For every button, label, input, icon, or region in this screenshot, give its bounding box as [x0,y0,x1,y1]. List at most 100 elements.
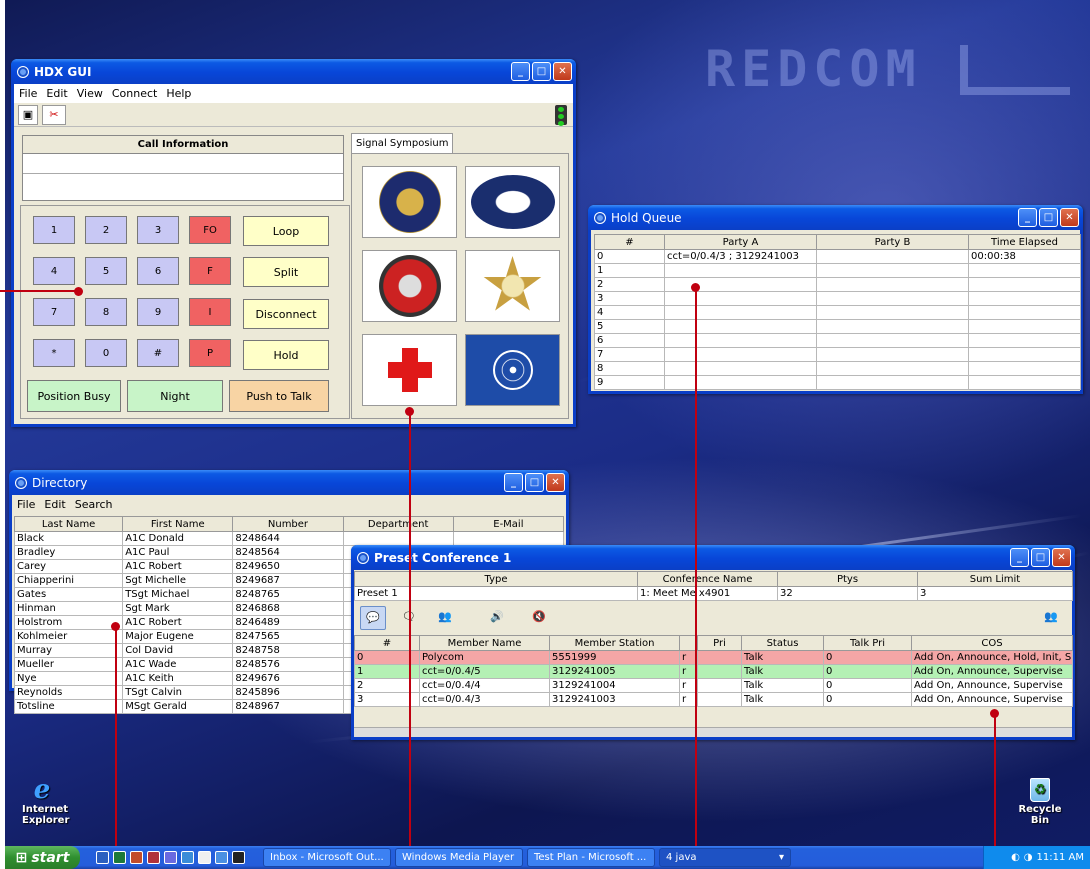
maximize-button[interactable]: □ [525,473,544,492]
position-busy-button[interactable]: Position Busy [27,380,121,412]
save-icon[interactable]: ▣ [18,105,38,125]
acrobat-icon[interactable] [147,851,160,864]
keypad-key[interactable]: 0 [85,339,127,367]
notepad-icon[interactable] [198,851,211,864]
keypad-key[interactable]: * [33,339,75,367]
table-row[interactable]: 0 cct=0/0.4/3 ; 3129241003 00:00:38 [594,249,1081,264]
powerpoint-icon[interactable] [130,851,143,864]
police-badge-icon[interactable] [465,250,560,322]
column-header[interactable]: # [594,234,665,250]
member-row[interactable]: 2 cct=0/0.4/4 3129241004 r Talk 0 Add On, Anno… [354,678,1073,693]
speaker-on-icon[interactable]: 🔊 [484,606,510,630]
close-button[interactable]: ✕ [1052,548,1071,567]
maximize-button[interactable]: □ [1039,208,1058,227]
keypad-key[interactable]: 2 [85,216,127,244]
hdx-launch-icon[interactable] [181,851,194,864]
table-row[interactable]: 6 [594,333,1081,348]
minimize-button[interactable]: _ [1010,548,1029,567]
white-house-icon[interactable] [465,166,560,238]
column-header[interactable]: Last Name [13,516,124,532]
disconnect-button[interactable]: Disconnect [243,299,329,329]
push-to-talk-button[interactable]: Push to Talk [229,380,329,412]
task-media-player[interactable]: Windows Media Player [395,848,523,867]
menu-search[interactable]: Search [75,498,113,511]
split-button[interactable]: Split [243,257,329,287]
start-button[interactable]: ⊞ start [5,846,80,869]
chat-icon[interactable]: 💬 [360,606,386,630]
menu-file[interactable]: File [19,87,37,100]
maximize-button[interactable]: □ [532,62,551,81]
table-row[interactable]: 3 [594,291,1081,306]
task-inbox[interactable]: Inbox - Microsoft Out... [263,848,391,867]
close-button[interactable]: ✕ [546,473,565,492]
keypad-key[interactable]: I [189,298,231,326]
hdx-titlebar[interactable]: HDX GUI _ □ ✕ [11,59,576,84]
conference-titlebar[interactable]: Preset Conference 1 _ □ ✕ [351,545,1075,570]
column-header[interactable]: E-Mail [452,516,565,532]
keypad-key[interactable]: 3 [137,216,179,244]
add-members-icon[interactable]: 👥 [432,606,458,630]
keypad-key[interactable]: 9 [137,298,179,326]
table-row[interactable]: 5 [594,319,1081,334]
app-icon[interactable] [164,851,177,864]
united-nations-icon[interactable] [465,334,560,406]
table-row[interactable]: 4 [594,305,1081,320]
column-header[interactable]: Department [342,516,454,532]
tray-volume-icon[interactable]: ◑ [1024,852,1033,863]
media-icon[interactable] [215,851,228,864]
task-test-plan[interactable]: Test Plan - Microsoft ... [527,848,655,867]
keypad-key[interactable]: 1 [33,216,75,244]
menu-edit[interactable]: Edit [44,498,65,511]
recycle-bin-shortcut[interactable]: ♻ Recycle Bin [1010,778,1070,826]
word-icon[interactable] [96,851,109,864]
column-header[interactable]: Party A [664,234,817,250]
close-button[interactable]: ✕ [1060,208,1079,227]
table-row[interactable]: 1 [594,263,1081,278]
table-row[interactable]: 9 [594,375,1081,390]
table-row[interactable]: 2 [594,277,1081,292]
column-header[interactable]: Time Elapsed [968,234,1081,250]
keypad-key[interactable]: P [189,339,231,367]
tab-signal-symposium[interactable]: Signal Symposium [351,133,453,153]
minimize-button[interactable]: _ [1018,208,1037,227]
red-cross-icon[interactable] [362,334,457,406]
loop-button[interactable]: Loop [243,216,329,246]
keypad-key[interactable]: 8 [85,298,127,326]
minimize-button[interactable]: _ [504,473,523,492]
menu-connect[interactable]: Connect [112,87,157,100]
column-header[interactable]: COS [911,635,1073,651]
keypad-key[interactable]: 6 [137,257,179,285]
keypad-key[interactable]: # [137,339,179,367]
keypad-key[interactable]: F [189,257,231,285]
column-header[interactable]: First Name [122,516,234,532]
menu-file[interactable]: File [17,498,35,511]
member-row[interactable]: 3 cct=0/0.4/3 3129241003 r Talk 0 Add On, Anno… [354,692,1073,707]
army-national-guard-icon[interactable] [362,166,457,238]
menu-edit[interactable]: Edit [46,87,67,100]
keypad-key[interactable]: 7 [33,298,75,326]
disconnect-tool-icon[interactable]: ✂ [42,105,66,125]
keypad-key[interactable]: 4 [33,257,75,285]
fire-department-icon[interactable] [362,250,457,322]
close-button[interactable]: ✕ [553,62,572,81]
command-prompt-icon[interactable] [232,851,245,864]
column-header[interactable]: Pri [697,635,742,651]
task-java-group[interactable]: 4 java ▾ [659,848,791,867]
column-header[interactable]: Talk Pri [823,635,912,651]
table-row[interactable]: 8 [594,361,1081,376]
menu-help[interactable]: Help [166,87,191,100]
keypad-key[interactable]: FO [189,216,231,244]
minimize-button[interactable]: _ [511,62,530,81]
hold-button[interactable]: Hold [243,340,329,370]
member-row[interactable]: 0 Polycom 5551999 r Talk 0 Add On, Announce, H… [354,650,1073,665]
keypad-key[interactable]: 5 [85,257,127,285]
column-header[interactable]: Party B [816,234,969,250]
column-header[interactable]: Number [232,516,344,532]
directory-titlebar[interactable]: Directory _ □ ✕ [9,470,569,495]
tray-network-icon[interactable]: ◐ [1011,852,1020,863]
internet-explorer-shortcut[interactable]: e Internet Explorer [12,777,72,826]
night-button[interactable]: Night [127,380,223,412]
member-row[interactable]: 1 cct=0/0.4/5 3129241005 r Talk 0 Add On, Anno… [354,664,1073,679]
horizontal-scrollbar[interactable] [354,727,1072,737]
speaker-mute-icon[interactable]: 🔇 [526,606,552,630]
